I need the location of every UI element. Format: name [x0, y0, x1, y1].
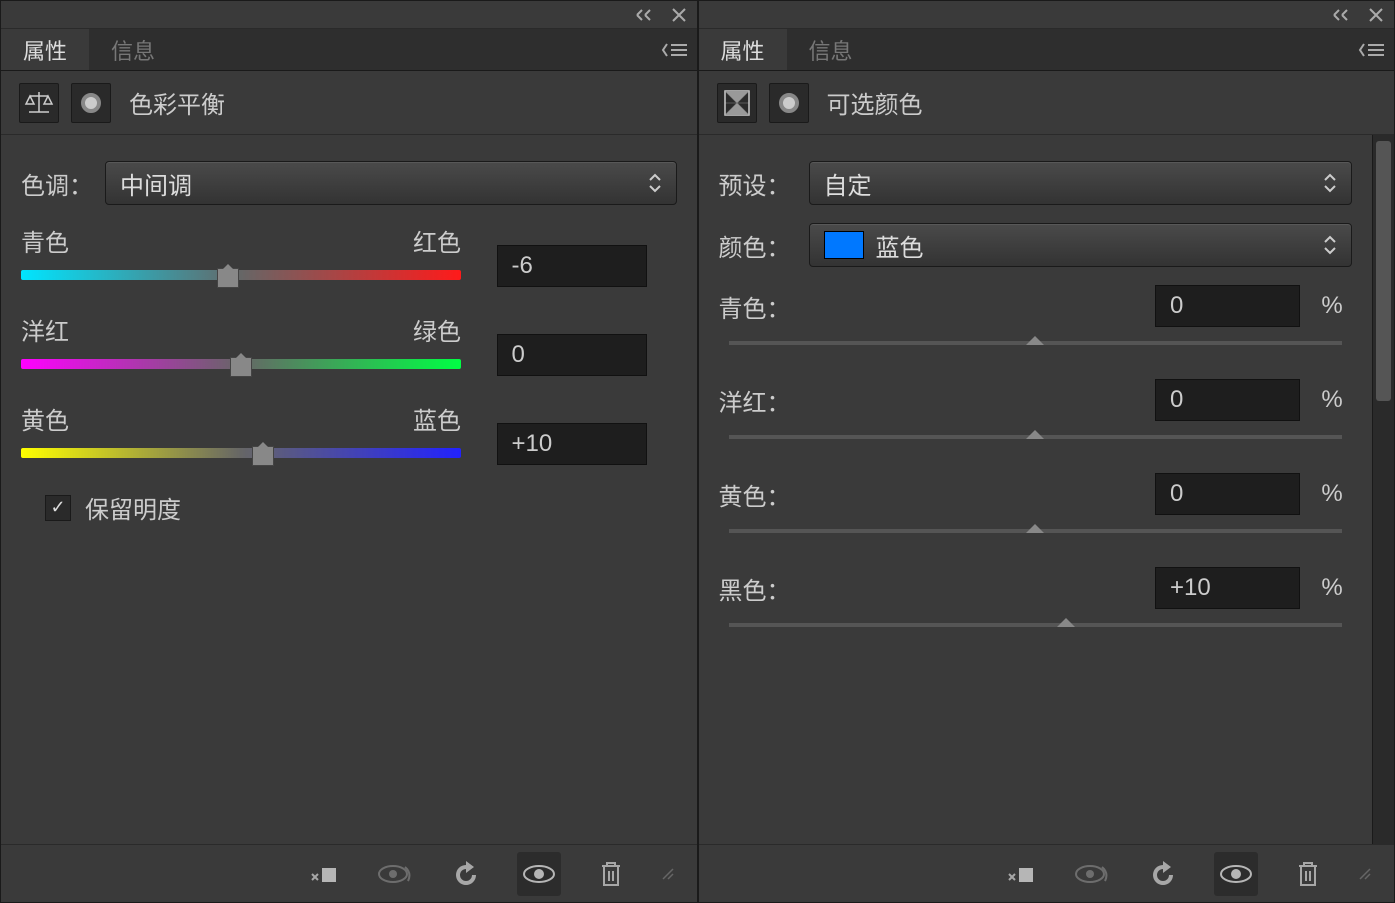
panel-body: 色调： 中间调 青色 红色 -6 洋红 绿色 0 黄色 蓝色 +10 ✓ 保留明度 — [1, 135, 697, 844]
slider-right-label: 绿色 — [413, 312, 461, 347]
reset-icon[interactable] — [445, 852, 489, 896]
slider-handle[interactable] — [217, 268, 239, 288]
percent-sign: % — [1312, 386, 1352, 414]
panel-title: 可选颜色 — [827, 85, 923, 120]
slider-value[interactable]: 0 — [497, 334, 647, 376]
sc-label: 洋红： — [719, 383, 829, 418]
sc-track[interactable] — [729, 341, 1343, 345]
slider-right-label: 红色 — [413, 223, 461, 258]
preserve-luminosity-row: ✓ 保留明度 — [21, 490, 677, 525]
sc-label: 黑色： — [719, 571, 829, 606]
tabs-row: 属性 信息 — [1, 29, 697, 71]
delete-icon[interactable] — [1286, 852, 1330, 896]
view-previous-icon[interactable] — [373, 852, 417, 896]
chevron-updown-icon — [1323, 235, 1337, 255]
preset-label: 预设： — [719, 166, 797, 201]
sc-label: 黄色： — [719, 477, 829, 512]
sc-track[interactable] — [729, 435, 1343, 439]
slider-handle[interactable] — [230, 357, 252, 377]
panel-header: 可选颜色 — [699, 71, 1395, 135]
slider-track[interactable] — [21, 359, 461, 369]
selective-color-panel: 属性 信息 可选颜色 预设： 自定 颜色： 蓝色 — [698, 0, 1395, 903]
cb-slider-1: 洋红绿色0 — [21, 312, 677, 369]
tone-label: 色调： — [21, 166, 93, 201]
sc-slider-1: 洋红： 0% — [719, 379, 1353, 439]
slider-left-label: 青色 — [21, 223, 69, 258]
preset-dropdown[interactable]: 自定 — [809, 161, 1353, 205]
panel-menu-icon[interactable] — [1358, 41, 1386, 59]
chevron-updown-icon — [648, 173, 662, 193]
color-label: 颜色： — [719, 228, 797, 263]
balance-scales-icon[interactable] — [19, 83, 59, 123]
panel-menu-icon[interactable] — [661, 41, 689, 59]
slider-handle[interactable] — [252, 446, 274, 466]
slider-value[interactable]: -6 — [497, 245, 647, 287]
tabs-row: 属性 信息 — [699, 29, 1395, 71]
preserve-luminosity-label: 保留明度 — [85, 490, 181, 525]
cb-slider-0: 青色红色-6 — [21, 223, 677, 280]
resize-grip-icon[interactable] — [661, 867, 675, 881]
slider-track[interactable] — [21, 448, 461, 458]
sc-slider-2: 黄色： 0% — [719, 473, 1353, 533]
tab-properties[interactable]: 属性 — [699, 29, 787, 70]
sc-slider-3: 黑色： +10% — [719, 567, 1353, 627]
clip-to-layer-icon[interactable] — [301, 852, 345, 896]
panel-title: 色彩平衡 — [129, 85, 225, 120]
preserve-luminosity-checkbox[interactable]: ✓ — [45, 495, 71, 521]
color-dropdown[interactable]: 蓝色 — [809, 223, 1353, 267]
percent-sign: % — [1312, 574, 1352, 602]
sc-label: 青色： — [719, 289, 829, 324]
scrollbar-thumb[interactable] — [1376, 141, 1391, 401]
selective-color-icon[interactable] — [717, 83, 757, 123]
percent-sign: % — [1312, 480, 1352, 508]
sc-track[interactable] — [729, 529, 1343, 533]
clip-to-layer-icon[interactable] — [998, 852, 1042, 896]
color-balance-panel: 属性 信息 色彩平衡 色调： 中间调 青色 红色 -6 洋红 绿色 0 黄色 蓝色 +10 ✓ … — [0, 0, 698, 903]
close-icon[interactable] — [1368, 7, 1384, 23]
toggle-visibility-icon[interactable] — [517, 852, 561, 896]
close-icon[interactable] — [671, 7, 687, 23]
tone-value: 中间调 — [120, 166, 192, 201]
tab-info[interactable]: 信息 — [787, 29, 875, 70]
slider-value[interactable]: +10 — [497, 423, 647, 465]
view-previous-icon[interactable] — [1070, 852, 1114, 896]
resize-grip-icon[interactable] — [1358, 867, 1372, 881]
slider-left-label: 黄色 — [21, 401, 69, 436]
cb-slider-2: 黄色蓝色+10 — [21, 401, 677, 458]
panel-header: 色彩平衡 — [1, 71, 697, 135]
tab-info[interactable]: 信息 — [89, 29, 177, 70]
panel-footer — [699, 844, 1395, 902]
slider-track[interactable] — [21, 270, 461, 280]
sc-value[interactable]: 0 — [1155, 379, 1300, 421]
panel-body: 预设： 自定 颜色： 蓝色 青色： 0% 洋红： 0% 黄色： 0% 黑色： +10% — [699, 135, 1395, 844]
sc-value[interactable]: 0 — [1155, 473, 1300, 515]
tab-properties[interactable]: 属性 — [1, 29, 89, 70]
collapse-icon[interactable] — [1332, 8, 1354, 22]
reset-icon[interactable] — [1142, 852, 1186, 896]
sc-slider-0: 青色： 0% — [719, 285, 1353, 345]
scrollbar[interactable] — [1372, 135, 1394, 844]
slider-right-label: 蓝色 — [413, 401, 461, 436]
preset-value: 自定 — [824, 166, 872, 201]
slider-left-label: 洋红 — [21, 312, 69, 347]
color-swatch — [824, 231, 864, 259]
layer-mask-icon[interactable] — [71, 83, 111, 123]
sc-value[interactable]: 0 — [1155, 285, 1300, 327]
chevron-updown-icon — [1323, 173, 1337, 193]
tone-dropdown[interactable]: 中间调 — [105, 161, 677, 205]
collapse-icon[interactable] — [635, 8, 657, 22]
panel-topbar — [699, 1, 1395, 29]
delete-icon[interactable] — [589, 852, 633, 896]
layer-mask-icon[interactable] — [769, 83, 809, 123]
toggle-visibility-icon[interactable] — [1214, 852, 1258, 896]
sc-track[interactable] — [729, 623, 1343, 627]
sc-value[interactable]: +10 — [1155, 567, 1300, 609]
panel-topbar — [1, 1, 697, 29]
panel-footer — [1, 844, 697, 902]
percent-sign: % — [1312, 292, 1352, 320]
color-value: 蓝色 — [876, 228, 924, 263]
